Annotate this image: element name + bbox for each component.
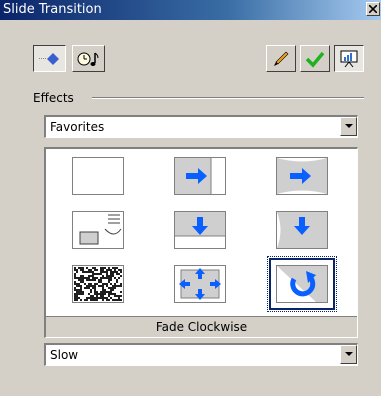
effects-divider: [92, 97, 364, 99]
window-title: Slide Transition: [3, 2, 102, 17]
transition-effects-button[interactable]: [33, 45, 66, 72]
effects-category-value: Favorites: [50, 120, 105, 134]
close-icon: [369, 5, 377, 13]
edit-button[interactable]: [266, 45, 296, 72]
effects-category-dropdown[interactable]: Favorites: [44, 115, 358, 138]
transition-item[interactable]: [174, 211, 226, 249]
transition-gallery: Fade Clockwise: [44, 147, 358, 338]
effects-category-dropdown-button[interactable]: [340, 117, 357, 136]
title-bar: Slide Transition: [0, 0, 381, 20]
cover-right-curved-icon: [276, 157, 328, 195]
speed-dropdown-button[interactable]: [340, 345, 357, 364]
pencil-icon: [274, 51, 289, 66]
transition-item[interactable]: [276, 157, 328, 195]
fly-out-icon: [174, 265, 226, 303]
push-down-icon: [174, 211, 226, 249]
slideshow-button[interactable]: [334, 45, 364, 72]
transition-item[interactable]: [72, 157, 124, 195]
selected-transition-caption-bar: Fade Clockwise: [46, 316, 357, 337]
transition-item[interactable]: [174, 157, 226, 195]
cover-down-curved-icon: [276, 211, 328, 249]
dissolve-icon: [72, 265, 124, 303]
transition-item[interactable]: [72, 265, 124, 303]
timing-sound-button[interactable]: [72, 45, 105, 72]
no-transition-icon: [72, 157, 124, 195]
transition-effect-icon: [38, 52, 59, 65]
close-button[interactable]: [366, 2, 380, 16]
chevron-down-icon: [345, 352, 353, 356]
roll-out-icon: [72, 211, 124, 249]
transition-item-selected[interactable]: [267, 256, 337, 312]
apply-button[interactable]: [300, 45, 330, 72]
fade-clockwise-icon: [276, 265, 328, 303]
effects-label: Effects: [33, 91, 74, 105]
transition-item[interactable]: [276, 211, 328, 249]
presentation-icon: [340, 50, 358, 67]
chevron-down-icon: [345, 124, 353, 128]
push-right-icon: [174, 157, 226, 195]
checkmark-icon: [305, 51, 325, 68]
transition-item[interactable]: [72, 211, 124, 249]
speed-dropdown[interactable]: Slow: [44, 343, 358, 366]
speed-value: Slow: [50, 348, 79, 362]
timing-sound-icon: [77, 52, 98, 66]
transition-item[interactable]: [174, 265, 226, 303]
selected-transition-name: Fade Clockwise: [155, 320, 248, 334]
slide-transition-panel: Slide Transition Effects Favorites Fade …: [0, 0, 381, 396]
